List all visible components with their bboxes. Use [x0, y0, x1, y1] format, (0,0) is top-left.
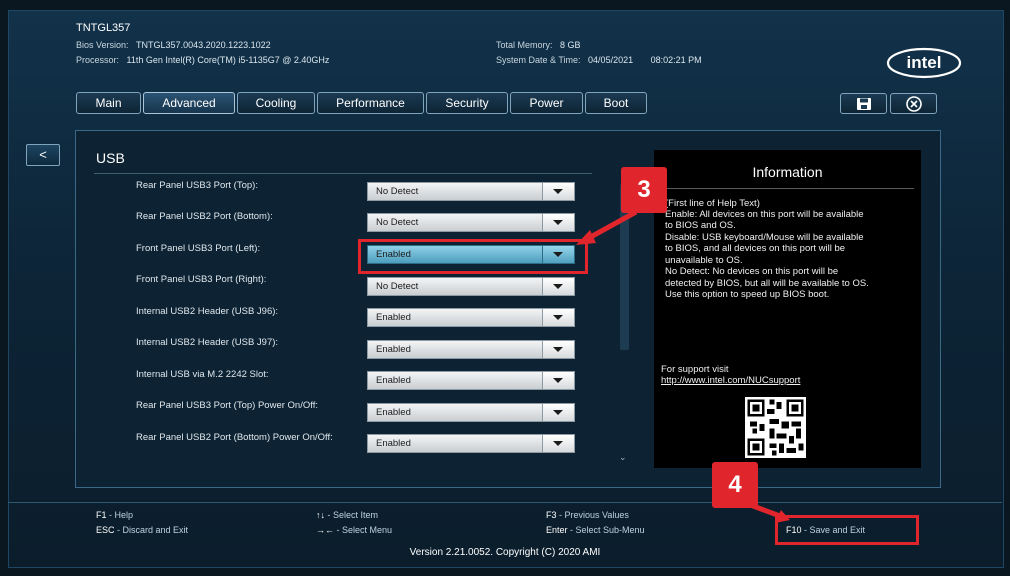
total-memory-label: Total Memory:	[496, 40, 553, 50]
setting-label: Internal USB via M.2 2242 Slot:	[136, 369, 269, 380]
tab-performance[interactable]: Performance	[317, 92, 424, 114]
setting-label: Front Panel USB3 Port (Left):	[136, 243, 261, 254]
processor-label: Processor:	[76, 55, 120, 65]
tab-security[interactable]: Security	[426, 92, 508, 114]
total-memory-value: 8 GB	[560, 40, 581, 50]
floppy-disk-icon	[856, 97, 871, 110]
datetime-label: System Date & Time:	[496, 55, 581, 65]
chevron-down-icon[interactable]	[542, 341, 574, 358]
callout-badge: 4	[712, 462, 758, 508]
bios-version-value: TNTGL357.0043.2020.1223.1022	[136, 40, 271, 50]
model-name: TNTGL357	[76, 22, 131, 34]
help-text-line: Use this option to speed up BIOS boot.	[665, 289, 830, 300]
chevron-down-icon[interactable]	[542, 214, 574, 231]
tab-power[interactable]: Power	[510, 92, 583, 114]
help-text-line: detected by BIOS, but all will be availa…	[665, 278, 869, 289]
internal-usb2-j97-select[interactable]: Enabled	[367, 340, 575, 359]
tab-advanced[interactable]: Advanced	[143, 92, 235, 114]
setting-label: Rear Panel USB3 Port (Top) Power On/Off:	[136, 400, 318, 411]
select-value: Enabled	[376, 344, 411, 355]
hotkey-discard-exit: ESC - Discard and Exit	[96, 525, 189, 535]
internal-usb2-j96-select[interactable]: Enabled	[367, 308, 575, 327]
help-text-line: Disable: USB keyboard/Mouse will be avai…	[665, 232, 864, 243]
select-value: Enabled	[376, 375, 411, 386]
callout-highlight-box	[775, 515, 919, 545]
callout-badge: 3	[621, 167, 667, 213]
hotkey-previous-values: F3 - Previous Values	[546, 510, 629, 520]
title-divider	[94, 173, 592, 174]
setting-label: Rear Panel USB3 Port (Top):	[136, 180, 258, 191]
tab-boot[interactable]: Boot	[585, 92, 647, 114]
hotkey-select-item: ↑↓ - Select Item	[316, 510, 379, 520]
callout-highlight-box	[358, 239, 588, 274]
select-value: No Detect	[376, 217, 419, 228]
setting-label: Internal USB2 Header (USB J97):	[136, 337, 279, 348]
chevron-down-icon[interactable]	[542, 435, 574, 452]
system-datetime-row: System Date & Time: 04/05/2021 08:02:21 …	[496, 55, 702, 65]
rear-usb3-top-select[interactable]: No Detect	[367, 182, 575, 201]
help-text-line: No Detect: No devices on this port will …	[665, 266, 839, 277]
support-link[interactable]: http://www.intel.com/NUCsupport	[661, 375, 800, 386]
chevron-down-icon[interactable]	[542, 372, 574, 389]
select-value: Enabled	[376, 438, 411, 449]
save-button[interactable]	[840, 93, 887, 114]
select-value: Enabled	[376, 312, 411, 323]
info-title: Information	[752, 164, 823, 180]
chevron-down-icon[interactable]	[542, 183, 574, 200]
chevron-down-icon[interactable]: ⌄	[619, 452, 627, 463]
rear-usb2-bottom-select[interactable]: No Detect	[367, 213, 575, 232]
intel-logo-text: intel	[907, 53, 942, 72]
setting-label: Front Panel USB3 Port (Right):	[136, 274, 267, 285]
select-value: Enabled	[376, 407, 411, 418]
support-text: For support visit	[661, 364, 729, 375]
chevron-down-icon[interactable]	[542, 278, 574, 295]
date-value: 04/05/2021	[588, 55, 634, 65]
back-button[interactable]: <	[26, 144, 60, 166]
processor-value: 11th Gen Intel(R) Core(TM) i5-1135G7 @ 2…	[126, 55, 330, 65]
internal-usb-m2-select[interactable]: Enabled	[367, 371, 575, 390]
tab-main[interactable]: Main	[76, 92, 141, 114]
setting-label: Rear Panel USB2 Port (Bottom) Power On/O…	[136, 432, 333, 443]
bios-version-row: Bios Version: TNTGL357.0043.2020.1223.10…	[76, 40, 271, 50]
select-value: No Detect	[376, 186, 419, 197]
setting-label: Internal USB2 Header (USB J96):	[136, 306, 279, 317]
front-usb3-right-select[interactable]: No Detect	[367, 277, 575, 296]
info-divider	[660, 188, 914, 189]
help-text-line: to BIOS and OS.	[665, 220, 736, 231]
rear-usb2-bottom-power-select[interactable]: Enabled	[367, 434, 575, 453]
footer-divider	[8, 502, 1002, 503]
bios-version-label: Bios Version:	[76, 40, 129, 50]
total-memory-row: Total Memory: 8 GB	[496, 40, 581, 50]
hotkey-select-menu: →← - Select Menu	[316, 525, 393, 535]
version-text: Version 2.21.0052. Copyright (C) 2020 AM…	[409, 547, 601, 558]
qr-code-icon	[745, 397, 806, 458]
information-panel: Information (First line of Help Text) En…	[654, 150, 921, 468]
select-value: No Detect	[376, 281, 419, 292]
tab-cooling[interactable]: Cooling	[237, 92, 315, 114]
setting-label: Rear Panel USB2 Port (Bottom):	[136, 211, 273, 222]
time-value: 08:02:21 PM	[650, 55, 702, 65]
hotkey-help: F1 - Help	[96, 510, 134, 520]
processor-row: Processor: 11th Gen Intel(R) Core(TM) i5…	[76, 55, 329, 65]
exit-button[interactable]	[890, 93, 937, 114]
intel-logo-icon: intel	[886, 47, 962, 79]
page-title: USB	[96, 150, 125, 166]
help-text-line: (First line of Help Text)	[665, 198, 760, 209]
chevron-down-icon[interactable]	[542, 404, 574, 421]
close-circle-icon	[905, 95, 922, 112]
chevron-down-icon[interactable]	[542, 309, 574, 326]
help-text-line: Enable: All devices on this port will be…	[665, 209, 864, 220]
rear-usb3-top-power-select[interactable]: Enabled	[367, 403, 575, 422]
help-text-line: to BIOS, and all devices on this port wi…	[665, 243, 846, 254]
hotkey-select-submenu: Enter - Select Sub-Menu	[546, 525, 645, 535]
help-text-line: unavailable to OS.	[665, 255, 743, 266]
